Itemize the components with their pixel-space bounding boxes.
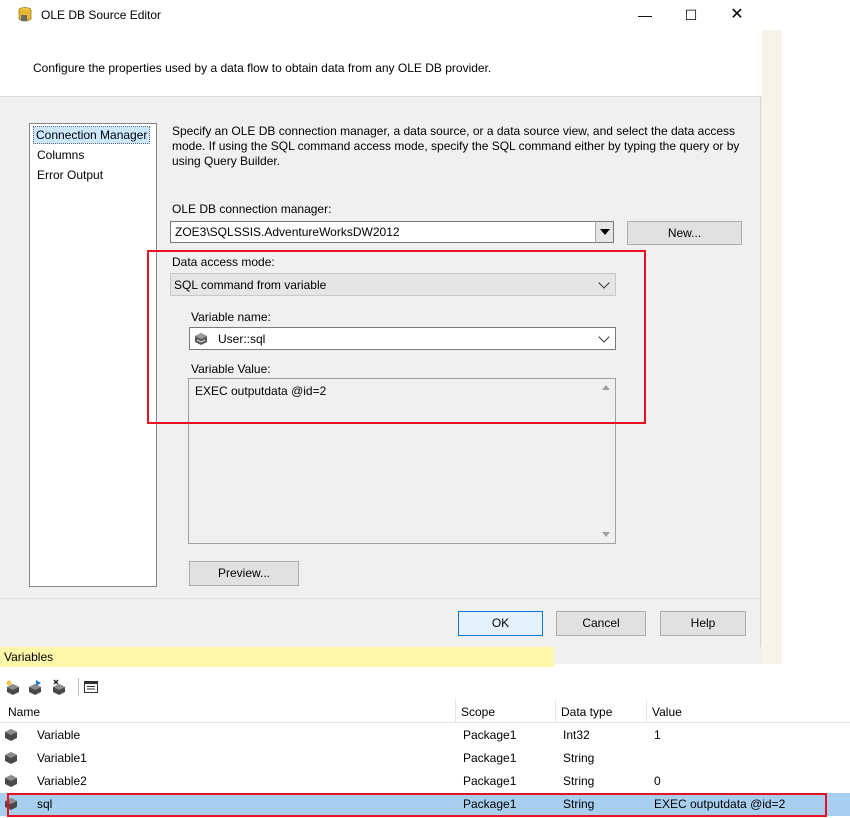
- variables-toolbar: [0, 675, 850, 699]
- table-row[interactable]: Variable2 Package1 String 0: [0, 770, 850, 793]
- table-row[interactable]: Variable1 Package1 String: [0, 747, 850, 770]
- dialog-description: Configure the properties used by a data …: [33, 61, 492, 75]
- variables-panel-title: Variables: [0, 647, 554, 667]
- nav-item-connection-manager[interactable]: Connection Manager: [33, 126, 151, 144]
- ok-button[interactable]: OK: [458, 611, 543, 636]
- cell-name[interactable]: Variable1: [37, 751, 87, 765]
- cell-data-type[interactable]: Int32: [563, 728, 590, 742]
- maximize-button[interactable]: ☐: [668, 0, 714, 30]
- cell-name[interactable]: Variable: [37, 728, 80, 742]
- cancel-button[interactable]: Cancel: [556, 611, 646, 636]
- toolbar-separator: [78, 678, 79, 696]
- column-divider[interactable]: [555, 700, 556, 723]
- column-header-name[interactable]: Name: [8, 705, 40, 719]
- right-edge-strip: [762, 30, 782, 664]
- new-connection-button[interactable]: New...: [627, 221, 742, 245]
- column-header-scope[interactable]: Scope: [461, 705, 495, 719]
- minimize-button[interactable]: —: [622, 0, 668, 30]
- variable-icon: [5, 729, 17, 741]
- scroll-down-icon[interactable]: [602, 532, 610, 537]
- ssis-database-icon: [18, 7, 32, 22]
- column-header-data-type[interactable]: Data type: [561, 705, 612, 719]
- variables-grid-header: [0, 700, 850, 723]
- close-button[interactable]: ✕: [714, 0, 760, 30]
- preview-button[interactable]: Preview...: [189, 561, 299, 586]
- page-description: Specify an OLE DB connection manager, a …: [172, 124, 740, 168]
- delete-variable-icon[interactable]: [51, 679, 67, 695]
- nav-item-error-output[interactable]: Error Output: [35, 166, 105, 184]
- right-edge-divider: [760, 97, 761, 647]
- cell-value[interactable]: 0: [654, 774, 661, 788]
- connection-manager-label: OLE DB connection manager:: [172, 202, 332, 216]
- column-divider[interactable]: [455, 700, 456, 723]
- cell-data-type[interactable]: String: [563, 774, 594, 788]
- table-row[interactable]: Variable Package1 Int32 1: [0, 724, 850, 747]
- connection-manager-dropdown-button[interactable]: [595, 222, 613, 242]
- move-variable-icon[interactable]: [27, 679, 43, 695]
- dialog-title: OLE DB Source Editor: [41, 8, 162, 22]
- page-nav-list: Connection Manager Columns Error Output: [29, 123, 157, 587]
- connection-manager-value: ZOE3\SQLSSIS.AdventureWorksDW2012: [175, 225, 400, 239]
- cell-value[interactable]: 1: [654, 728, 661, 742]
- cell-scope: Package1: [463, 774, 517, 788]
- annotation-highlight-box: [147, 250, 646, 424]
- column-header-value[interactable]: Value: [652, 705, 682, 719]
- ole-db-source-editor-dialog: OLE DB Source Editor — ☐ ✕ Configure the…: [0, 0, 782, 664]
- help-button[interactable]: Help: [660, 611, 746, 636]
- cell-name[interactable]: Variable2: [37, 774, 87, 788]
- footer-separator: [0, 598, 762, 599]
- cell-data-type[interactable]: String: [563, 751, 594, 765]
- cell-scope: Package1: [463, 728, 517, 742]
- cell-scope: Package1: [463, 751, 517, 765]
- grid-options-icon[interactable]: [83, 679, 99, 695]
- annotation-highlight-row: [7, 793, 827, 817]
- add-variable-icon[interactable]: [5, 679, 21, 695]
- connection-manager-combo[interactable]: ZOE3\SQLSSIS.AdventureWorksDW2012: [170, 221, 614, 243]
- nav-item-columns[interactable]: Columns: [35, 146, 86, 164]
- triangle-down-icon: [600, 229, 610, 235]
- variable-icon: [5, 752, 17, 764]
- column-divider[interactable]: [646, 700, 647, 723]
- variable-icon: [5, 775, 17, 787]
